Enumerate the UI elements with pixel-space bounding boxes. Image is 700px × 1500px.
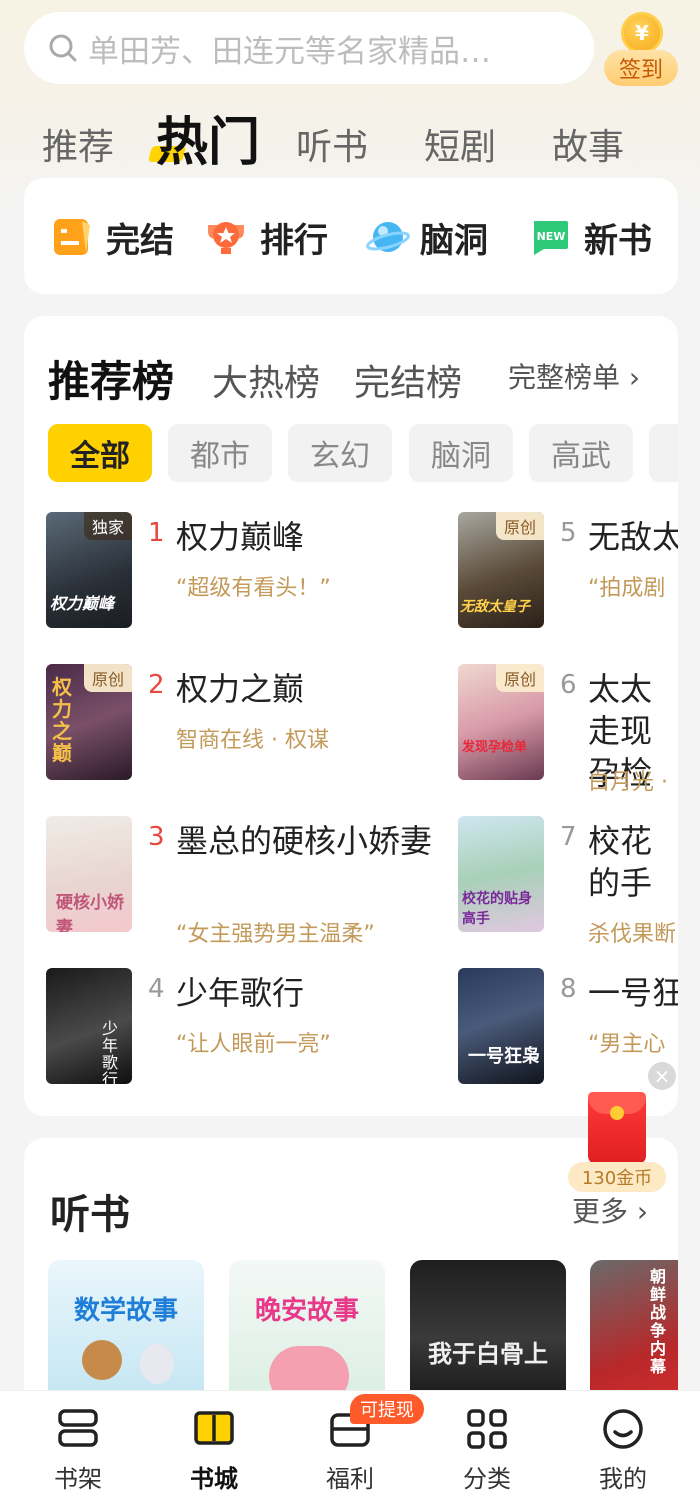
nav-profile[interactable]: 我的 (573, 1407, 673, 1493)
book-item[interactable]: 发现孕检单 原创 6 太太走现孕检 白月光 · (458, 664, 678, 795)
red-packet-icon[interactable] (588, 1092, 646, 1164)
coin-reward-label[interactable]: 130金币 (568, 1162, 666, 1192)
tab-hot[interactable]: 热门 (156, 100, 260, 175)
coin-icon: ¥ (621, 12, 663, 54)
bookshelf-icon (58, 1409, 98, 1447)
signin-label: 签到 (604, 50, 678, 86)
book-item[interactable]: 权力巅峰 独家 1 权力巅峰 “超级有看头！” (46, 512, 466, 642)
genre-chips: 全部 都市 玄幻 脑洞 高武 (48, 424, 678, 482)
quick-entry-bar: 完结 排行 脑洞 NEW 新书 (24, 178, 678, 294)
packet-seal (610, 1106, 624, 1120)
search-input[interactable]: 单田芳、田连元等名家精品… (24, 12, 594, 84)
chevron-right-icon: › (620, 361, 641, 394)
signin-button[interactable]: ¥ 签到 (604, 12, 678, 86)
book-cover: 校花的贴身高手 (458, 816, 544, 932)
book-desc: “超级有看头！” (176, 576, 331, 601)
book-desc: “女主强势男主温柔” (176, 922, 375, 947)
quick-finished[interactable]: 完结 (52, 216, 174, 261)
ranking-card: 推荐榜 大热榜 完结榜 完整榜单 › 全部 都市 玄幻 脑洞 高武 权力巅峰 独… (24, 316, 678, 1116)
quick-brainstorm[interactable]: 脑洞 (366, 216, 488, 261)
svg-text:NEW: NEW (537, 230, 566, 243)
book-cover: 权力巅峰 独家 (46, 512, 132, 628)
grid-icon (467, 1409, 507, 1449)
search-icon (49, 34, 77, 62)
book-cover: 权力之巅 原创 (46, 664, 132, 780)
section-title: 听书 (50, 1192, 130, 1238)
book-item[interactable]: 硬核小娇妻 3 墨总的硬核小娇妻 “女主强势男主温柔” (46, 816, 466, 947)
book-cover: 硬核小娇妻 (46, 816, 132, 932)
book-desc: 杀伐果断 (588, 922, 677, 947)
tab-hot-list[interactable]: 大热榜 (212, 354, 320, 406)
book-title: 校花的手 (588, 822, 653, 902)
quick-new-books[interactable]: NEW 新书 (530, 216, 652, 261)
checklist-icon (52, 217, 92, 257)
book-cover: 无敌太皇子 原创 (458, 512, 544, 628)
tab-stories[interactable]: 故事 (552, 118, 624, 170)
tab-audiobook[interactable]: 听书 (296, 118, 368, 170)
book-desc: 智商在线 · 权谋 (176, 728, 329, 753)
trophy-icon (206, 217, 246, 257)
book-title: 权力之巅 (176, 670, 305, 708)
monkey-illustration (82, 1340, 122, 1380)
smile-face-icon (603, 1409, 643, 1449)
rabbit-illustration (140, 1344, 174, 1384)
nav-categories[interactable]: 分类 (437, 1407, 537, 1493)
chip-brainstorm[interactable]: 脑洞 (409, 424, 513, 482)
chip-urban[interactable]: 都市 (168, 424, 272, 482)
new-badge-icon: NEW (530, 217, 570, 257)
tab-short-drama[interactable]: 短剧 (424, 118, 496, 170)
planet-icon (366, 217, 410, 257)
tab-finished-list[interactable]: 完结榜 (354, 354, 462, 406)
book-item[interactable]: 权力之巅 原创 2 权力之巅 智商在线 · 权谋 (46, 664, 466, 794)
chip-fantasy[interactable]: 玄幻 (288, 424, 392, 482)
close-icon[interactable]: × (648, 1062, 676, 1090)
book-desc: “让人眼前一亮” (176, 1032, 331, 1057)
book-desc: 白月光 · (588, 770, 668, 795)
full-list-link[interactable]: 完整榜单 › (508, 356, 640, 396)
search-placeholder: 单田芳、田连元等名家精品… (88, 33, 491, 70)
book-title: 少年歌行 (176, 974, 305, 1012)
book-cover: 一号狂枭 (458, 968, 544, 1084)
book-item[interactable]: 无敌太皇子 原创 5 无敌太 “拍成剧 (458, 512, 678, 642)
chip-martial[interactable]: 高武 (529, 424, 633, 482)
book-title: 墨总的硬核小娇妻 (176, 822, 433, 860)
quick-ranking[interactable]: 排行 (206, 216, 328, 261)
open-book-icon (194, 1411, 234, 1445)
withdraw-badge: 可提现 (350, 1394, 424, 1424)
book-cover: 发现孕检单 原创 (458, 664, 544, 780)
book-title: 无敌太 (588, 518, 678, 556)
chip-all[interactable]: 全部 (48, 424, 152, 482)
book-item[interactable]: 少年歌行 4 少年歌行 “让人眼前一亮” (46, 968, 466, 1098)
book-item[interactable]: 校花的贴身高手 7 校花的手 杀伐果断 (458, 816, 678, 947)
book-title: 一号狂 (588, 974, 678, 1012)
more-link[interactable]: 更多 › (572, 1190, 648, 1230)
chevron-right-icon: › (628, 1195, 649, 1228)
tab-recommend-list[interactable]: 推荐榜 (48, 348, 174, 409)
tab-recommend[interactable]: 推荐 (42, 118, 114, 170)
book-cover: 少年歌行 (46, 968, 132, 1084)
book-title: 权力巅峰 (176, 518, 305, 556)
book-desc: “拍成剧 (588, 576, 666, 601)
nav-bookshelf[interactable]: 书架 (28, 1407, 128, 1493)
book-desc: “男主心 (588, 1032, 666, 1057)
book-item[interactable]: 一号狂枭 8 一号狂 “男主心 (458, 968, 678, 1098)
category-tabs: 推荐 热门 听书 短剧 故事 (0, 100, 700, 180)
chip-more[interactable] (649, 424, 678, 482)
nav-bookstore[interactable]: 书城 (164, 1407, 264, 1493)
